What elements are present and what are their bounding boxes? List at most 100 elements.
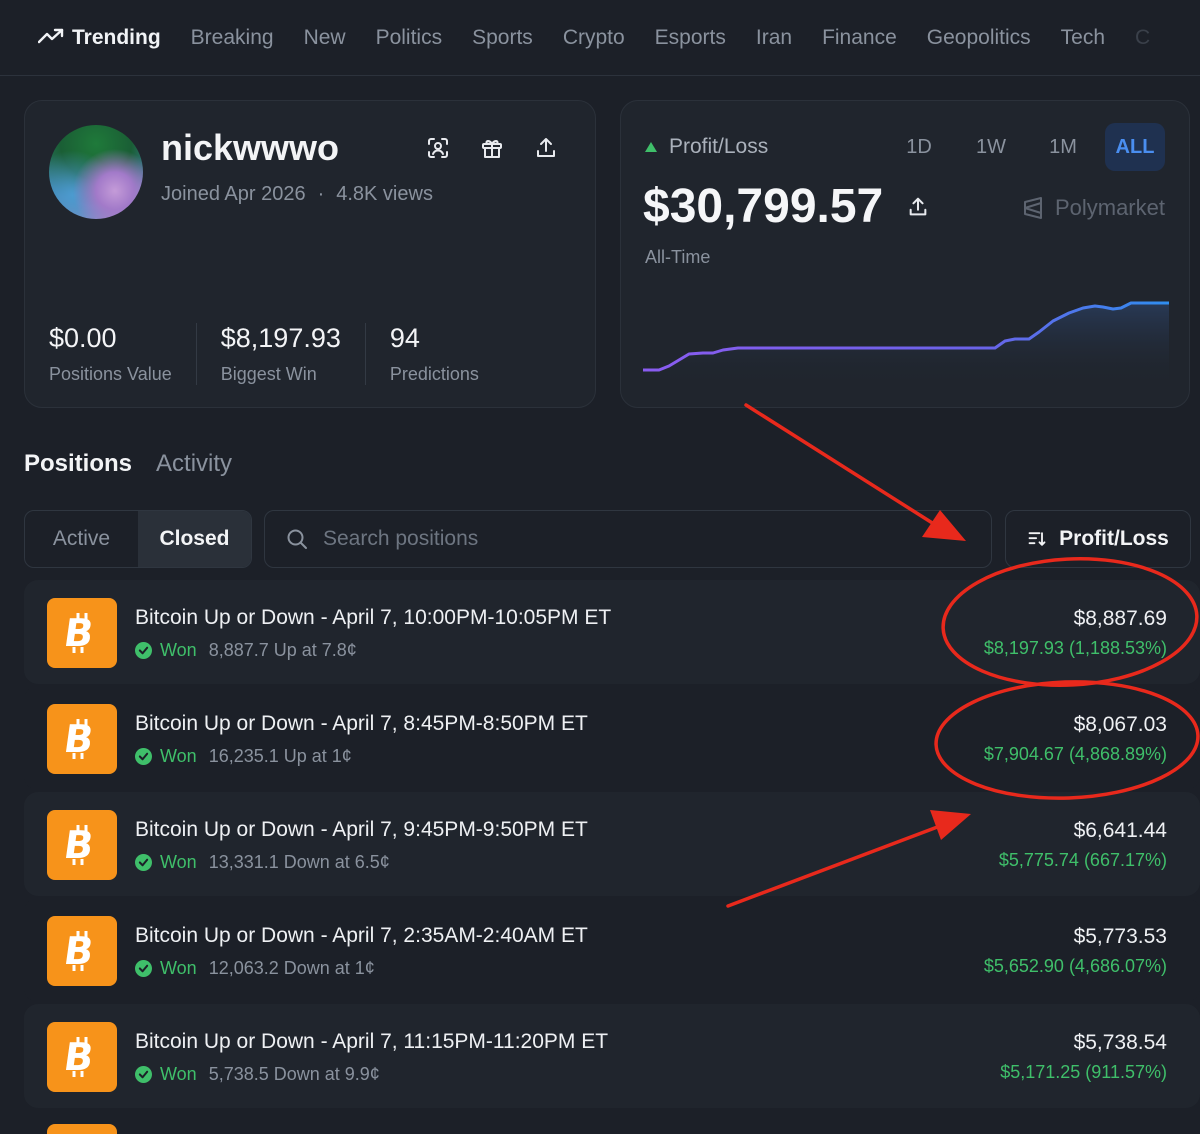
pnl-period: All-Time: [645, 247, 711, 267]
pnl-title: Profit/Loss: [669, 135, 769, 158]
position-title: Bitcoin Up or Down - April 7, 8:45PM-8:5…: [135, 712, 588, 735]
position-outcome: Won 13,331.1 Down at 6.5¢: [135, 852, 390, 873]
share-profile-button[interactable]: [533, 135, 559, 161]
stat-label: Predictions: [389, 364, 479, 384]
check-circle-icon: [135, 748, 152, 765]
position-value: $5,738.54: [1073, 1031, 1167, 1054]
stat-value: 94: [389, 323, 420, 353]
status-badge: Won: [160, 852, 197, 872]
position-outcome: Won 5,738.5 Down at 9.9¢: [135, 1064, 380, 1085]
position-detail: 12,063.2 Down at 1¢: [208, 958, 375, 978]
pnl-header: Profit/Loss: [645, 135, 768, 159]
nav-item-iran[interactable]: Iran: [756, 26, 792, 50]
position-pnl: $7,904.67 (4,868.89%): [983, 744, 1167, 764]
share-icon: [537, 138, 555, 157]
search-icon: [287, 529, 307, 549]
status-filter: Active Closed: [24, 510, 252, 568]
share-icon: [909, 197, 927, 215]
position-row[interactable]: B Bitcoin Up or Down - April 7, 9:45PM-9…: [24, 792, 1200, 896]
position-title: Bitcoin Up or Down - April 7, 2:35AM-2:4…: [135, 924, 588, 947]
position-row[interactable]: B Bitcoin Up or Down - April 7, 8:45PM-8…: [24, 686, 1200, 790]
status-badge: Won: [160, 958, 197, 978]
positions-list: B Bitcoin Up or Down - April 7, 10:00PM-…: [24, 580, 1200, 1110]
share-pnl-button[interactable]: [905, 194, 931, 220]
pnl-sparkline: [643, 301, 1169, 387]
stat-biggest-win: $8,197.93 Biggest Win: [195, 323, 365, 385]
profile-meta: Joined Apr 2026 · 4.8K views: [161, 183, 433, 206]
position-detail: 5,738.5 Down at 9.9¢: [208, 1064, 380, 1084]
nav-item-politics[interactable]: Politics: [376, 26, 443, 50]
nav-item-trending[interactable]: Trending: [37, 26, 161, 50]
nav-item-sports[interactable]: Sports: [472, 26, 533, 50]
stat-predictions: 94 Predictions: [364, 323, 503, 385]
nav-item-more[interactable]: C: [1135, 26, 1150, 50]
position-value: $6,641.44: [1073, 819, 1167, 842]
stat-value: $8,197.93: [220, 323, 341, 353]
joined-date: Joined Apr 2026: [161, 183, 306, 205]
nav-item-tech[interactable]: Tech: [1061, 26, 1105, 50]
position-detail: 13,331.1 Down at 6.5¢: [208, 852, 390, 872]
position-row[interactable]: B Bitcoin Up or Down - April 7, 11:15PM-…: [24, 1004, 1200, 1108]
search-box: [264, 510, 992, 568]
tab-activity[interactable]: Activity: [156, 450, 232, 478]
profile-card: nickwwwo Joined Apr 2026 · 4.8K views $0…: [24, 100, 596, 408]
bitcoin-icon: B: [47, 704, 117, 774]
position-outcome: Won 12,063.2 Down at 1¢: [135, 958, 375, 979]
bitcoin-icon: B: [47, 810, 117, 880]
position-title: Bitcoin Up or Down - April 7, 11:15PM-11…: [135, 1030, 609, 1053]
status-badge: Won: [160, 640, 197, 660]
nav-item-new[interactable]: New: [304, 26, 346, 50]
stat-label: Positions Value: [49, 364, 172, 384]
content-tabs: Positions Activity: [24, 450, 232, 478]
position-pnl: $8,197.93 (1,188.53%): [983, 638, 1167, 658]
search-input[interactable]: [323, 527, 923, 551]
brand-name: Polymarket: [1054, 195, 1165, 220]
pnl-value: $30,799.57: [643, 180, 884, 233]
position-title: Bitcoin Up or Down - April 7, 10:00PM-10…: [135, 606, 612, 629]
filter-closed-button[interactable]: Closed: [138, 511, 251, 567]
position-pnl: $5,775.74 (667.17%): [998, 850, 1167, 870]
status-badge: Won: [160, 1064, 197, 1084]
nav-item-breaking[interactable]: Breaking: [191, 26, 274, 50]
position-row[interactable]: B Bitcoin Up or Down - April 7, 2:35AM-2…: [24, 898, 1200, 1002]
sort-icon: [1028, 532, 1046, 546]
nav-item-geopolitics[interactable]: Geopolitics: [927, 26, 1031, 50]
avatar: [49, 125, 143, 219]
range-1m-button[interactable]: 1M: [1033, 123, 1093, 171]
bitcoin-icon: B: [47, 598, 117, 668]
trending-icon: [37, 26, 64, 50]
polymarket-logo-icon: [1023, 197, 1042, 219]
position-pnl: $5,652.90 (4,686.07%): [983, 956, 1167, 976]
sort-button[interactable]: Profit/Loss: [1005, 510, 1191, 568]
status-badge: Won: [160, 746, 197, 766]
sparkline-area: [643, 303, 1169, 387]
tab-positions[interactable]: Positions: [24, 450, 132, 478]
position-value: $5,773.53: [1073, 925, 1167, 948]
stat-label: Biggest Win: [220, 364, 317, 384]
check-circle-icon: [135, 1066, 152, 1083]
bitcoin-icon: B: [47, 1022, 117, 1092]
scan-profile-button[interactable]: [425, 135, 451, 161]
bitcoin-icon: B: [47, 916, 117, 986]
profile-stats: $0.00 Positions Value $8,197.93 Biggest …: [49, 323, 503, 385]
range-1d-button[interactable]: 1D: [889, 123, 949, 171]
page: Trending Breaking New Politics Sports Cr…: [0, 0, 1200, 1134]
meta-separator: ·: [317, 183, 325, 205]
nav-item-esports[interactable]: Esports: [655, 26, 726, 50]
pnl-card: Profit/Loss 1D 1W 1M ALL $30,799.57 All-…: [620, 100, 1190, 408]
nav-item-finance[interactable]: Finance: [822, 26, 897, 50]
gift-icon: [482, 139, 502, 158]
position-row[interactable]: B Bitcoin Up or Down - April 7, 10:00PM-…: [24, 580, 1200, 684]
position-pnl: $5,171.25 (911.57%): [1000, 1062, 1167, 1082]
check-circle-icon: [135, 642, 152, 659]
filter-active-button[interactable]: Active: [25, 511, 138, 567]
nav-item-crypto[interactable]: Crypto: [563, 26, 625, 50]
gift-button[interactable]: [479, 135, 505, 161]
stat-positions-value: $0.00 Positions Value: [49, 323, 196, 385]
range-selector: 1D 1W 1M ALL: [889, 123, 1165, 171]
stat-value: $0.00: [49, 323, 117, 353]
up-triangle-icon: [645, 142, 657, 152]
sort-label: Profit/Loss: [1059, 527, 1169, 550]
range-1w-button[interactable]: 1W: [961, 123, 1021, 171]
range-all-button[interactable]: ALL: [1105, 123, 1165, 171]
